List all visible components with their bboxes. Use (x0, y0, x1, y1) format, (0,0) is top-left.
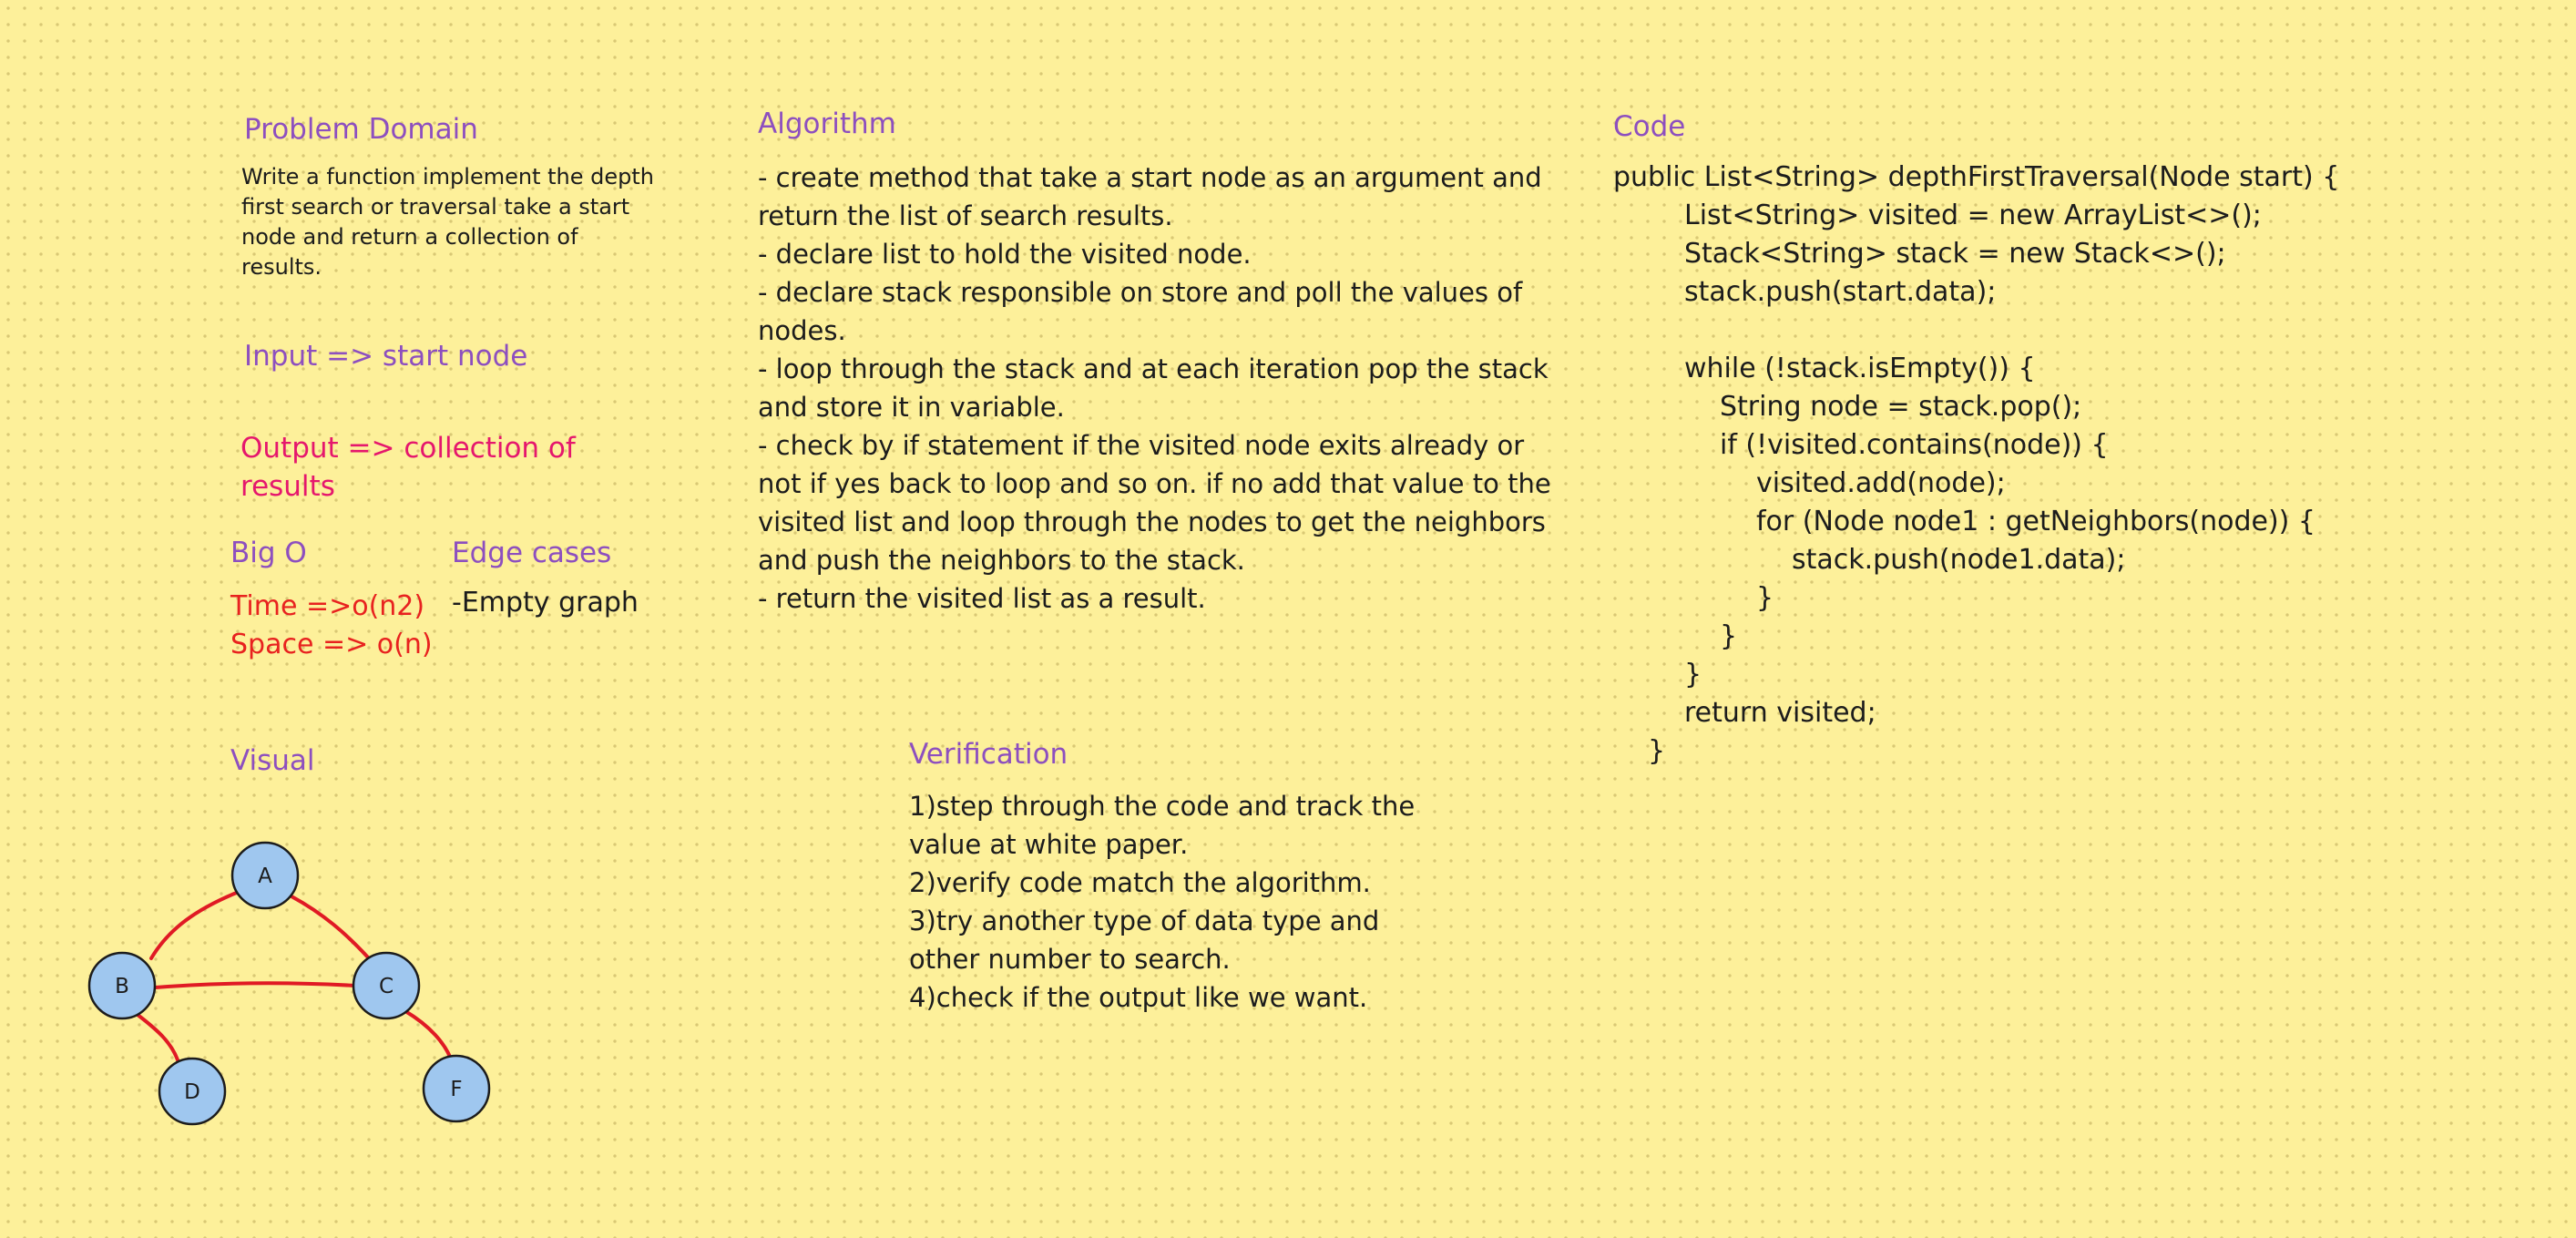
graph-diagram: A B C D F (87, 841, 491, 1126)
graph-node-a: A (230, 841, 300, 910)
graph-node-f: F (422, 1054, 491, 1123)
graph-node-c: C (352, 951, 421, 1020)
node-label: B (115, 975, 129, 998)
node-label: D (184, 1080, 200, 1104)
node-label: F (450, 1078, 462, 1101)
node-label: A (258, 865, 272, 888)
verification-text: 1)step through the code and track the va… (909, 791, 1416, 1013)
edge-a-b (149, 890, 240, 960)
edge-a-c (290, 895, 370, 959)
graph-node-d: D (158, 1057, 227, 1126)
edge-c-f (404, 1009, 455, 1066)
graph-node-b: B (87, 951, 157, 1020)
edge-b-d (131, 1009, 181, 1068)
verification-heading: Verification (909, 738, 1068, 771)
edge-b-c (141, 981, 357, 990)
node-label: C (379, 975, 394, 998)
